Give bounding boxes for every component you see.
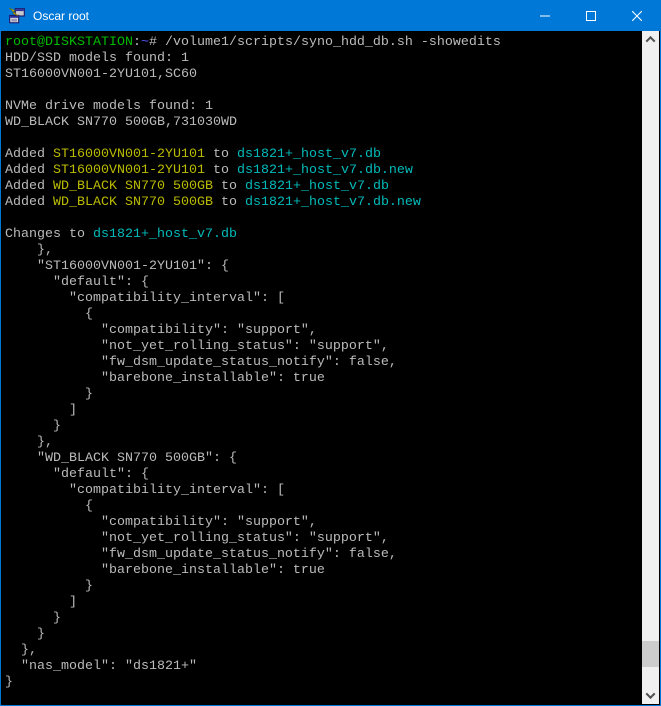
terminal-line: "compatibility": "support", [5, 515, 644, 531]
window-title: Oscar root [33, 9, 89, 23]
terminal-line: "fw_dsm_update_status_notify": false, [5, 547, 644, 563]
terminal-line: } [5, 419, 644, 435]
caption-buttons [522, 1, 660, 31]
terminal-line: "compatibility_interval": [ [5, 483, 644, 499]
close-icon [632, 11, 642, 21]
terminal-line: "compatibility_interval": [ [5, 291, 644, 307]
scroll-up-button[interactable] [642, 31, 659, 48]
terminal-line: } [5, 675, 644, 691]
terminal-line: } [5, 627, 644, 643]
terminal-line: }, [5, 643, 644, 659]
terminal-line: }, [5, 435, 644, 451]
putty-window: Oscar root root@DISKSTATION:~# /volume1/… [0, 0, 661, 706]
minimize-icon [540, 11, 550, 21]
terminal-line: "fw_dsm_update_status_notify": false, [5, 355, 644, 371]
terminal-line: { [5, 499, 644, 515]
terminal-line: Changes to ds1821+_host_v7.db [5, 227, 644, 243]
terminal-line: "not_yet_rolling_status": "support", [5, 531, 644, 547]
terminal-line [5, 83, 644, 99]
terminal-line: } [5, 387, 644, 403]
titlebar[interactable]: Oscar root [1, 1, 660, 31]
terminal-line: NVMe drive models found: 1 [5, 99, 644, 115]
terminal-line: "barebone_installable": true [5, 371, 644, 387]
terminal-line: HDD/SSD models found: 1 [5, 51, 644, 67]
scrollbar-thumb[interactable] [642, 641, 659, 667]
terminal-line: } [5, 611, 644, 627]
terminal-line: Added ST16000VN001-2YU101 to ds1821+_hos… [5, 147, 644, 163]
terminal-line: Added WD_BLACK SN770 500GB to ds1821+_ho… [5, 179, 644, 195]
terminal-line: "default": { [5, 467, 644, 483]
terminal-line: root@DISKSTATION:~# /volume1/scripts/syn… [5, 35, 644, 51]
terminal-line: "barebone_installable": true [5, 563, 644, 579]
terminal-line: } [5, 579, 644, 595]
maximize-icon [586, 11, 596, 21]
putty-app-icon[interactable] [8, 7, 26, 25]
minimize-button[interactable] [522, 1, 568, 31]
terminal-line: { [5, 307, 644, 323]
terminal-line: "WD_BLACK SN770 500GB": { [5, 451, 644, 467]
scroll-down-button[interactable] [642, 687, 659, 704]
terminal-line: "not_yet_rolling_status": "support", [5, 339, 644, 355]
terminal-line: "ST16000VN001-2YU101": { [5, 259, 644, 275]
close-button[interactable] [614, 1, 660, 31]
terminal-line: "compatibility": "support", [5, 323, 644, 339]
terminal-line: ] [5, 403, 644, 419]
terminal-line: WD_BLACK SN770 500GB,731030WD [5, 115, 644, 131]
terminal-output[interactable]: root@DISKSTATION:~# /volume1/scripts/syn… [2, 31, 644, 704]
chevron-up-icon [646, 36, 656, 46]
terminal-line: Added ST16000VN001-2YU101 to ds1821+_hos… [5, 163, 644, 179]
scrollbar[interactable] [642, 31, 659, 704]
terminal-line: ] [5, 595, 644, 611]
terminal-line: "nas_model": "ds1821+" [5, 659, 644, 675]
chevron-down-icon [646, 689, 656, 699]
terminal-line: "default": { [5, 275, 644, 291]
terminal-line: ST16000VN001-2YU101,SC60 [5, 67, 644, 83]
terminal-line: }, [5, 243, 644, 259]
terminal-line [5, 211, 644, 227]
terminal-line [5, 131, 644, 147]
terminal-line: Added WD_BLACK SN770 500GB to ds1821+_ho… [5, 195, 644, 211]
maximize-button[interactable] [568, 1, 614, 31]
